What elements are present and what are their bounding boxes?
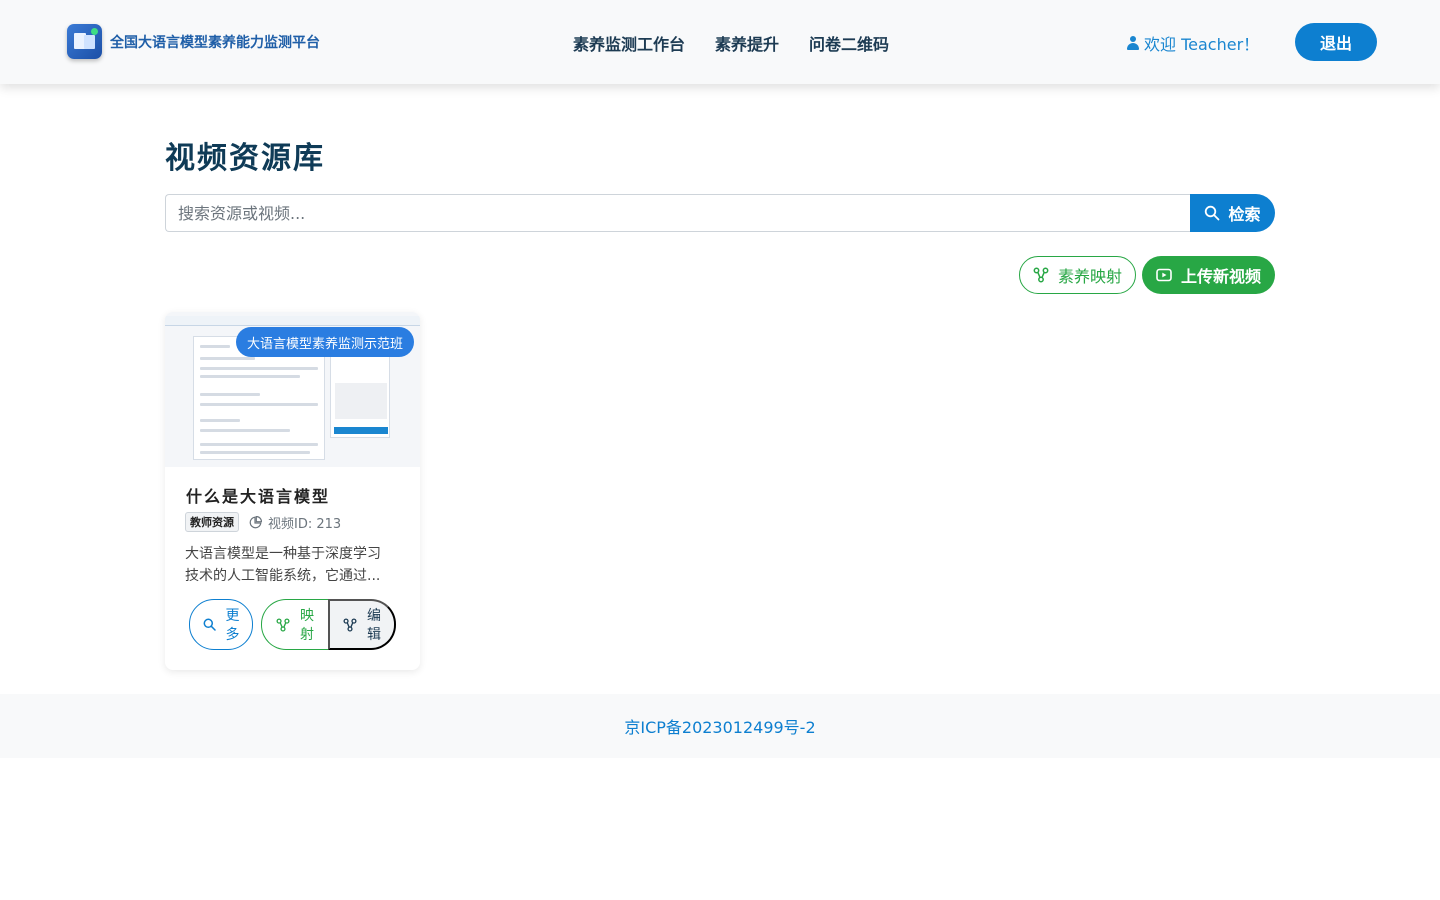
- logout-button[interactable]: 退出: [1295, 23, 1377, 61]
- search-bar: 检索: [165, 194, 1275, 232]
- video-card[interactable]: 大语言模型素养监测示范班 什么是大语言模型 教师资源 视频ID: 213 大语言…: [165, 312, 420, 670]
- search-input[interactable]: [165, 194, 1190, 232]
- description-line: 技术的人工智能系统，它通过...: [185, 568, 381, 584]
- share-nodes-icon: [1033, 267, 1049, 283]
- resource-tag: 教师资源: [185, 512, 239, 532]
- edit-button[interactable]: 编辑: [328, 599, 396, 650]
- more-button[interactable]: 更多: [189, 599, 253, 650]
- user-icon: [1127, 36, 1139, 50]
- upload-video-button[interactable]: 上传新视频: [1142, 256, 1275, 294]
- brand-title[interactable]: 全国大语言模型素养能力监测平台: [110, 32, 320, 52]
- literacy-mapping-label: 素养映射: [1057, 269, 1122, 286]
- icp-link[interactable]: 京ICP备2023012499号-2: [624, 714, 815, 738]
- video-thumbnail[interactable]: 大语言模型素养监测示范班: [165, 312, 420, 467]
- map-label: 映射: [300, 606, 314, 642]
- welcome-text: 欢迎 Teacher！: [1144, 35, 1260, 54]
- main-nav: 素养监测工作台 素养提升 问卷二维码: [573, 31, 889, 55]
- nav-item-improvement[interactable]: 素养提升: [715, 31, 779, 55]
- card-actions: 更多 映射 编辑: [189, 599, 396, 650]
- brand[interactable]: 全国大语言模型素养能力监测平台: [67, 24, 320, 59]
- video-id: 视频ID: 213: [249, 513, 341, 532]
- search-icon: [1205, 205, 1220, 221]
- share-nodes-icon: [276, 617, 290, 632]
- page-title: 视频资源库: [165, 141, 325, 176]
- nav-item-qrcode[interactable]: 问卷二维码: [809, 31, 889, 55]
- top-navbar: 全国大语言模型素养能力监测平台 素养监测工作台 素养提升 问卷二维码 欢迎 Te…: [0, 0, 1440, 84]
- video-title[interactable]: 什么是大语言模型: [186, 483, 330, 507]
- video-id-text: 视频ID: 213: [268, 516, 342, 532]
- upload-video-label: 上传新视频: [1180, 269, 1261, 286]
- video-description: 大语言模型是一种基于深度学习 技术的人工智能系统，它通过...: [185, 543, 400, 587]
- edit-label: 编辑: [367, 606, 381, 642]
- literacy-mapping-button[interactable]: 素养映射: [1019, 256, 1136, 294]
- search-icon: [203, 618, 216, 631]
- map-button[interactable]: 映射: [261, 599, 328, 650]
- brand-logo-icon: [67, 24, 102, 59]
- class-badge: 大语言模型素养监测示范班: [236, 327, 415, 357]
- chart-pie-icon: [249, 515, 262, 528]
- description-line: 大语言模型是一种基于深度学习: [185, 546, 381, 562]
- footer: 京ICP备2023012499号-2: [0, 694, 1440, 758]
- welcome-user[interactable]: 欢迎 Teacher！: [1127, 31, 1259, 55]
- more-label: 更多: [225, 606, 240, 642]
- video-icon: [1156, 268, 1172, 282]
- search-button-label: 检索: [1228, 207, 1261, 224]
- nav-item-workbench[interactable]: 素养监测工作台: [573, 31, 685, 55]
- video-meta: 教师资源 视频ID: 213: [185, 512, 341, 532]
- share-nodes-icon: [343, 617, 357, 632]
- search-button[interactable]: 检索: [1190, 194, 1275, 232]
